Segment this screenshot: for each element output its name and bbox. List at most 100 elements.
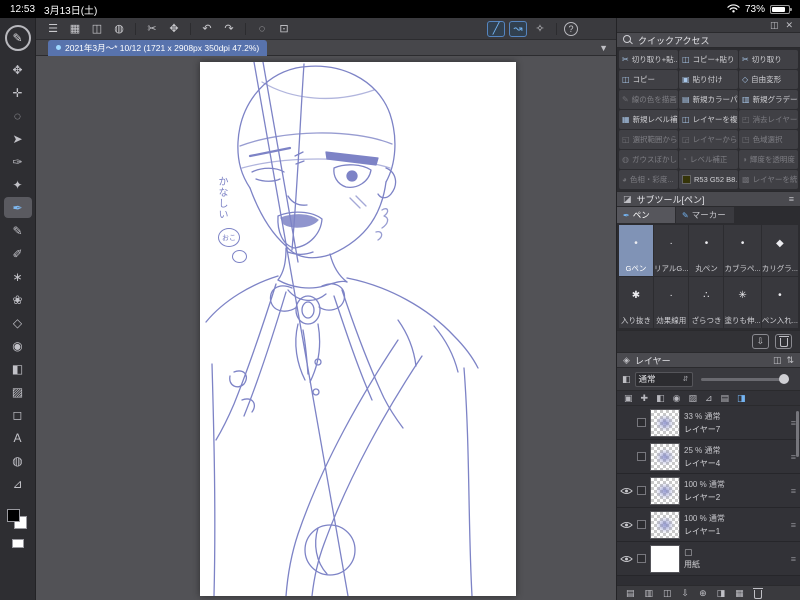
tool-pen[interactable]: ✒ [3, 197, 32, 218]
layer-row[interactable]: 100 % 通常 レイヤー2 ≡ [617, 474, 800, 508]
tool-pan[interactable]: ✥ [4, 59, 32, 80]
transparent-color-swatch[interactable] [11, 539, 24, 548]
qa-clear-layer[interactable]: ◰ 消去レイヤー [739, 110, 798, 129]
brush-kabura-pen[interactable]: • カブラペ... [724, 225, 761, 276]
crop-icon[interactable]: ⊡ [275, 21, 293, 37]
drawing-canvas[interactable]: かなしい おこ [200, 62, 516, 596]
tab-list-chevron-icon[interactable]: ▼ [599, 43, 608, 53]
qa-flatten-layers[interactable]: ▩ レイヤーを統 [739, 170, 798, 189]
tool-fill[interactable]: ◧ [4, 358, 32, 379]
layer-menu-icon[interactable]: ≡ [791, 554, 796, 564]
layer-row[interactable]: 100 % 通常 レイヤー1 ≡ [617, 508, 800, 542]
tool-eraser[interactable]: ◇ [4, 312, 32, 333]
brush-gpen[interactable]: • Gペン [619, 225, 653, 276]
tool-gradient[interactable]: ▨ [4, 381, 32, 402]
main-sub-color-swatches[interactable] [6, 509, 29, 531]
tool-eyedropper[interactable]: ✑ [4, 151, 32, 172]
qa-luminosity-to-alpha[interactable]: ◑ 輝度を透明度 [739, 150, 798, 169]
layer-row[interactable]: 33 % 通常 レイヤー7 ≡ [617, 406, 800, 440]
qa-free-transform[interactable]: ◇ 自由変形 [739, 70, 798, 89]
layer-thumbnail[interactable] [650, 476, 680, 505]
qa-gaussian-blur[interactable]: ◍ ガウスぼかし [619, 150, 678, 169]
visibility-eye-icon[interactable] [620, 487, 633, 495]
new-folder-button[interactable]: ▥ [645, 588, 654, 598]
tool-lasso[interactable]: ◌ [4, 105, 32, 126]
brush-blend-spread[interactable]: ✳ 塗りも伸... [724, 277, 761, 328]
tool-ruler[interactable]: ⊿ [4, 473, 32, 494]
brush-calligraphy[interactable]: ◆ カリグラ... [761, 225, 798, 276]
create-mask-button[interactable]: ◨ [717, 588, 726, 598]
layer-checkbox[interactable] [637, 554, 646, 563]
layer-checkbox[interactable] [637, 520, 646, 529]
tool-airbrush[interactable]: ∗ [4, 266, 32, 287]
layer-row[interactable]: 25 % 通常 レイヤー4 ≡ [617, 440, 800, 474]
layer-checkbox[interactable] [637, 452, 646, 461]
brush-real-gpen[interactable]: · リアルG... [653, 225, 689, 276]
clip-below-icon[interactable]: ▣ [624, 393, 633, 403]
duplicate-layer-button[interactable]: ◫ [663, 588, 672, 598]
tool-figure[interactable]: ◻ [4, 404, 32, 425]
layer-checkbox[interactable] [637, 486, 646, 495]
layer-row-paper[interactable]: ▢ 用紙 ≡ [617, 542, 800, 576]
panel-layout-icon[interactable]: ◫ [770, 20, 779, 30]
merge-down-button[interactable]: ⊕ [699, 588, 707, 598]
layer-thumbnail[interactable] [650, 510, 680, 539]
help-icon[interactable]: ? [564, 21, 578, 36]
layer-thumbnail[interactable] [650, 442, 680, 471]
delete-brush-button[interactable] [775, 334, 792, 349]
mask-icon[interactable]: ▨ [688, 393, 697, 403]
qa-level-correction[interactable]: ◔ レベル補正 [679, 150, 738, 169]
brush-rough[interactable]: ∴ ざらつき [689, 277, 724, 328]
qa-duplicate-layer[interactable]: ◫ レイヤーを複 [679, 110, 738, 129]
layer-menu-icon[interactable]: ≡ [791, 520, 796, 530]
qa-new-level-correction[interactable]: ▦ 新規レベル補 [619, 110, 678, 129]
snap-special-icon[interactable]: ✧ [531, 21, 549, 37]
layer-color-icon[interactable]: ◨ [737, 393, 746, 403]
snap-line-icon[interactable]: ╱ [487, 20, 505, 37]
layer-menu-icon[interactable]: ≡ [791, 486, 796, 496]
qa-copy-paste[interactable]: ◫ コピー+貼り [679, 50, 738, 69]
brush-maru-pen[interactable]: • 丸ペン [689, 225, 724, 276]
tool-brush[interactable]: ✐ [4, 243, 32, 264]
qa-new-color-palette[interactable]: ▤ 新規カラーパ [679, 90, 738, 109]
transform-icon[interactable]: ✥ [165, 21, 183, 37]
opacity-slider-knob[interactable] [779, 373, 789, 384]
layer-thumbnail[interactable] [650, 408, 680, 437]
subtool-menu-icon[interactable]: ≡ [789, 194, 794, 204]
layer-checkbox[interactable] [637, 418, 646, 427]
new-layer-button[interactable]: ▤ [626, 588, 635, 598]
brush-iri-nuki[interactable]: ✱ 入り抜き [619, 277, 653, 328]
cut-icon[interactable]: ✂ [143, 21, 161, 37]
lock-alpha-icon[interactable]: ◉ [673, 393, 681, 403]
qa-new-gradient[interactable]: ▥ 新規グラデー [739, 90, 798, 109]
layers-sort-icon[interactable]: ⇅ [786, 355, 794, 365]
combine-icon[interactable]: ✚ [641, 393, 649, 403]
tool-operation[interactable]: ➤ [4, 128, 32, 149]
lock-layer-icon[interactable]: ◧ [656, 393, 665, 403]
main-color-swatch[interactable] [6, 509, 20, 522]
palette-icon[interactable]: ◍ [110, 21, 128, 37]
menu-icon[interactable]: ☰ [44, 21, 62, 37]
paper-thumbnail[interactable] [650, 544, 680, 573]
tab-marker[interactable]: ✎ マーカー [676, 207, 734, 223]
import-brush-button[interactable]: ⇩ [752, 334, 769, 349]
opacity-slider[interactable] [700, 373, 789, 384]
current-tool-indicator[interactable]: ✎ [4, 25, 31, 51]
tool-text[interactable]: A [4, 427, 32, 448]
qa-from-layer[interactable]: ◲ レイヤーから [679, 130, 738, 149]
qa-paste[interactable]: ▣ 貼り付け [679, 70, 738, 89]
qa-cut[interactable]: ✂ 切り取り [739, 50, 798, 69]
visibility-eye-icon[interactable] [620, 555, 633, 563]
qa-from-selection[interactable]: ◱ 選択範囲から [619, 130, 678, 149]
tab-pen[interactable]: ✒ ペン [617, 207, 675, 223]
layer-settings-button[interactable]: ▦ [735, 588, 744, 598]
snap-curve-icon[interactable]: ↝ [509, 20, 527, 37]
brush-inking[interactable]: • ペン入れ... [761, 277, 798, 328]
tool-decoration[interactable]: ❀ [4, 289, 32, 310]
workspace-icon[interactable]: ▦ [66, 21, 84, 37]
tool-blend[interactable]: ◉ [4, 335, 32, 356]
qa-hue-saturation[interactable]: ◕ 色相・彩度... [619, 170, 678, 189]
qa-cut-paste[interactable]: ✂ 切り取り+貼... [619, 50, 678, 69]
layers-view-icon[interactable]: ◫ [773, 355, 782, 365]
document-tab[interactable]: 2021年3月〜* 10/12 (1721 x 2908px 350dpi 47… [48, 39, 268, 56]
